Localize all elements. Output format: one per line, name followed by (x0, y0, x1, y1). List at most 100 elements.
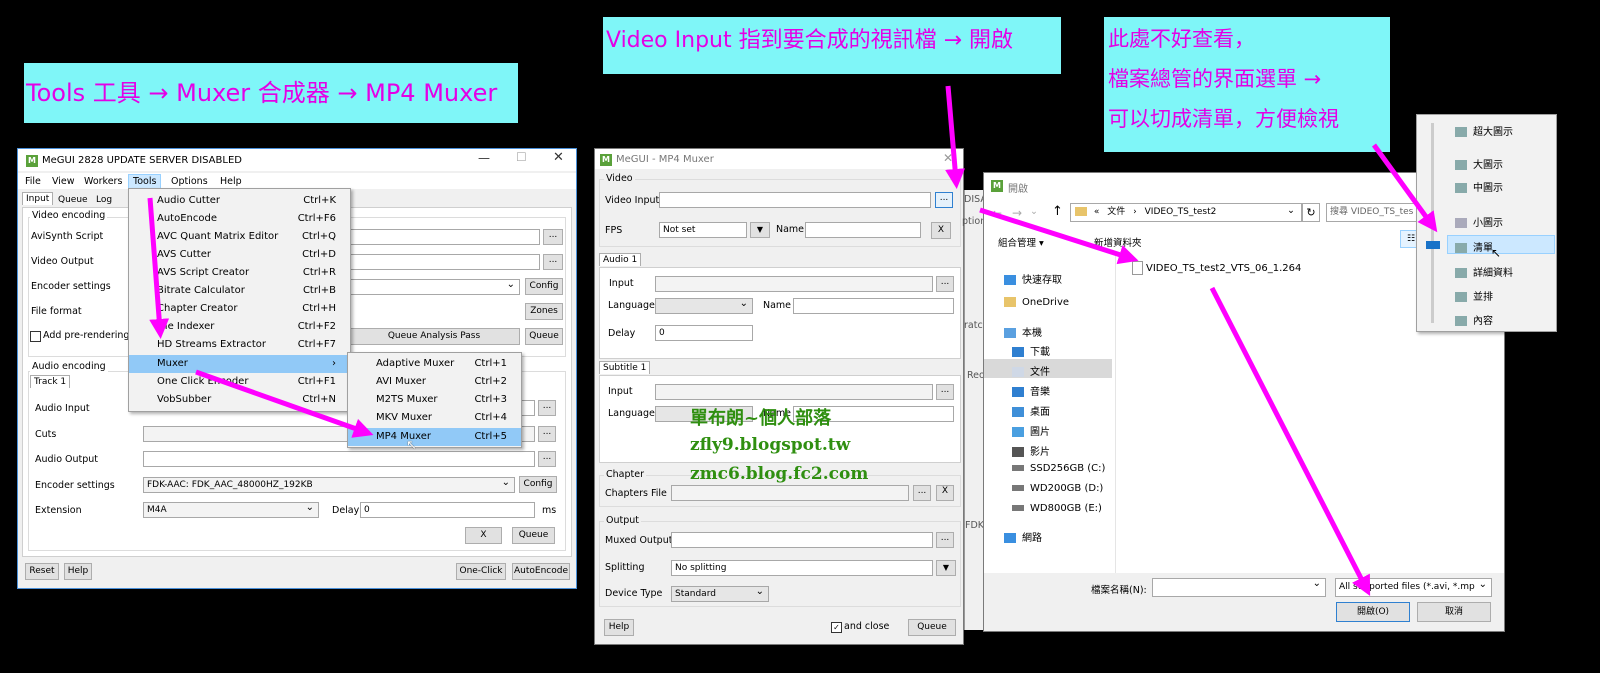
encoder-settings-select[interactable] (348, 279, 520, 295)
add-prerender-checkbox[interactable] (30, 331, 41, 342)
delay-stepper[interactable]: 0 (360, 502, 535, 518)
nav-videos[interactable]: 影片 (1012, 443, 1050, 458)
mp4-muxed-output-browse-button[interactable]: ... (936, 532, 954, 548)
zones-button[interactable]: Zones (525, 303, 563, 320)
menu-item-bitrate-calculator[interactable]: Bitrate Calculator Ctrl+B (129, 282, 350, 300)
menu-item-audio-cutter[interactable]: Audio Cutter Ctrl+K (129, 192, 350, 210)
queue-analysis-button[interactable]: Queue Analysis Pass (348, 328, 520, 345)
mp4-audio-delay-stepper[interactable]: 0 (655, 325, 753, 341)
mp4-help-button[interactable]: Help (604, 619, 634, 636)
menu-workers[interactable]: Workers (84, 176, 122, 187)
menu-item-vobsubber[interactable]: VobSubber Ctrl+N (129, 391, 350, 409)
help-button[interactable]: Help (64, 563, 92, 580)
cancel-button[interactable]: 取消 (1417, 602, 1491, 622)
mp4-chapters-remove-button[interactable]: X (936, 485, 954, 501)
mp4-chapters-file-field[interactable] (671, 485, 909, 501)
menu-help[interactable]: Help (220, 176, 242, 187)
nav-music[interactable]: 音樂 (1012, 383, 1050, 398)
tab-input[interactable]: Input (22, 192, 54, 205)
file-type-select[interactable]: All supported files (*.avi, *.mp (1335, 578, 1492, 597)
audio-output-field[interactable] (143, 451, 535, 467)
recent-dropdown-icon[interactable]: ⌄ (1030, 206, 1038, 217)
mp4-splitting-field[interactable]: No splitting (671, 560, 933, 576)
address-bar[interactable]: « 文件 › VIDEO_TS_test2 (1070, 203, 1302, 222)
mp4-video-input-browse-button[interactable]: ... (935, 192, 953, 208)
view-list[interactable]: 清單 (1455, 239, 1493, 254)
encoder-config-button[interactable]: Config (525, 278, 563, 295)
reset-button[interactable]: Reset (25, 563, 59, 580)
avisynth-input[interactable] (348, 229, 540, 245)
breadcrumb-documents[interactable]: 文件 (1107, 207, 1125, 217)
address-dropdown-icon[interactable]: ⌄ (1287, 205, 1295, 216)
menu-item-one-click-encoder[interactable]: One Click Encoder Ctrl+F1 (129, 373, 350, 391)
mp4-subtitle-browse-button[interactable]: ... (936, 384, 954, 400)
view-tiles[interactable]: 並排 (1455, 288, 1493, 303)
mp4-chapters-browse-button[interactable]: ... (913, 485, 931, 501)
nav-drive-d[interactable]: WD200GB (D:) (1012, 483, 1103, 494)
mp4-video-input-field[interactable] (659, 192, 931, 208)
mp4-fps-dropdown-icon[interactable]: ▼ (750, 222, 770, 238)
video-output-input[interactable] (348, 254, 540, 270)
breadcrumb-root[interactable]: « (1094, 207, 1100, 217)
tab-queue[interactable]: Queue (58, 195, 88, 205)
organize-menu[interactable]: 組合管理 ▾ (998, 235, 1044, 249)
refresh-button[interactable]: ↻ (1302, 203, 1320, 222)
audio-config-button[interactable]: Config (519, 476, 557, 493)
view-slider-track[interactable] (1431, 123, 1434, 323)
open-button[interactable]: 開啟(O) (1336, 602, 1410, 622)
up-arrow-icon[interactable]: ↑ (1052, 204, 1063, 219)
autoencode-button[interactable]: AutoEncode (512, 563, 570, 580)
back-arrow-icon[interactable]: ← (992, 206, 1002, 220)
forward-arrow-icon[interactable]: → (1012, 206, 1022, 220)
menu-tools[interactable]: Tools (128, 174, 162, 189)
tab-log[interactable]: Log (96, 195, 112, 205)
view-details[interactable]: 詳細資料 (1455, 264, 1513, 279)
menu-file[interactable]: File (25, 176, 41, 187)
file-item[interactable]: VIDEO_TS_test2_VTS_06_1.264 (1132, 261, 1301, 275)
video-output-browse-button[interactable]: ... (543, 254, 563, 270)
mp4-video-remove-button[interactable]: X (931, 222, 951, 239)
nav-drive-c[interactable]: SSD256GB (C:) (1012, 463, 1105, 474)
nav-downloads[interactable]: 下載 (1012, 343, 1050, 358)
nav-drive-e[interactable]: WD800GB (E:) (1012, 503, 1102, 514)
mp4-video-name-field[interactable] (805, 222, 921, 238)
menu-item-mp4-muxer[interactable]: MP4 Muxer Ctrl+5 (348, 428, 521, 446)
audio-remove-button[interactable]: X (465, 527, 502, 544)
mp4-splitting-dropdown-icon[interactable]: ▼ (936, 560, 956, 576)
avisynth-browse-button[interactable]: ... (543, 229, 563, 245)
audio-output-browse-button[interactable]: ... (538, 451, 556, 467)
mp4-subtitle-input-field[interactable] (655, 384, 933, 400)
menu-item-mkv-muxer[interactable]: MKV Muxer Ctrl+4 (348, 409, 521, 427)
view-extra-large-icons[interactable]: 超大圖示 (1455, 123, 1513, 138)
one-click-button[interactable]: One-Click (456, 563, 506, 580)
menu-options[interactable]: Options (171, 176, 208, 187)
mp4-muxed-output-field[interactable] (671, 532, 933, 548)
mp4-audio-input-field[interactable] (655, 276, 933, 292)
mp4-close-icon[interactable]: ✕ (943, 151, 953, 165)
nav-quick-access[interactable]: 快速存取 (1004, 271, 1062, 286)
video-queue-button[interactable]: Queue (525, 328, 563, 345)
close-icon[interactable]: ✕ (553, 150, 564, 165)
maximize-icon[interactable]: ☐ (516, 150, 527, 164)
search-input[interactable]: 搜尋 VIDEO_TS_tes (1326, 203, 1422, 222)
nav-pictures[interactable]: 圖片 (1012, 423, 1050, 438)
menu-view[interactable]: View (52, 176, 75, 187)
menu-item-avs-script-creator[interactable]: AVS Script Creator Ctrl+R (129, 264, 350, 282)
menu-item-hd-streams[interactable]: HD Streams Extractor Ctrl+F7 (129, 336, 350, 354)
menu-item-adaptive-muxer[interactable]: Adaptive Muxer Ctrl+1 (348, 355, 521, 373)
audio-queue-button[interactable]: Queue (512, 527, 555, 544)
mp4-queue-button[interactable]: Queue (908, 619, 956, 636)
menu-item-file-indexer[interactable]: File Indexer Ctrl+F2 (129, 318, 350, 336)
cuts-browse-button[interactable]: ... (538, 426, 556, 442)
nav-this-pc[interactable]: 本機 (1004, 324, 1042, 339)
nav-network[interactable]: 網路 (1004, 529, 1042, 544)
menu-item-avs-cutter[interactable]: AVS Cutter Ctrl+D (129, 246, 350, 264)
view-content[interactable]: 內容 (1455, 312, 1493, 327)
menu-item-m2ts-muxer[interactable]: M2TS Muxer Ctrl+3 (348, 391, 521, 409)
menu-item-muxer[interactable]: Muxer › (129, 355, 350, 373)
audio-encoder-select[interactable]: FDK-AAC: FDK_AAC_48000HZ_192KB (143, 477, 515, 493)
menu-item-autoencode[interactable]: AutoEncode Ctrl+F6 (129, 210, 350, 228)
mp4-fps-select[interactable]: Not set (659, 222, 747, 238)
nav-desktop[interactable]: 桌面 (1012, 403, 1050, 418)
view-small-icons[interactable]: 小圖示 (1455, 214, 1503, 229)
